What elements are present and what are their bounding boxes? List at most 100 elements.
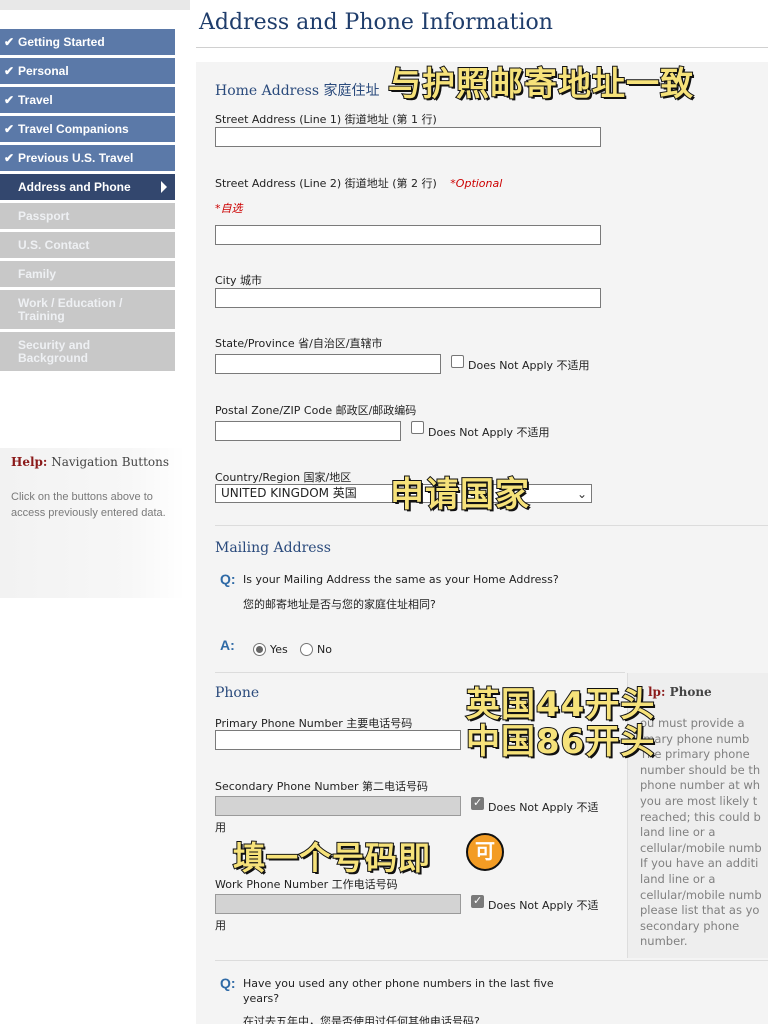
work-does-not-apply-checkbox[interactable] [471,894,484,908]
help-line: land line or a [640,871,716,886]
phone-help-title: lp: Phone [648,685,712,699]
state-input[interactable] [215,354,441,374]
check-icon: ✔ [4,151,15,165]
nav-item-family[interactable]: Family [0,261,175,287]
help-title: Help: Navigation Buttons [11,455,169,469]
help-line: secondary phone [640,918,740,933]
city-label: City 城市 [215,274,263,287]
chevron-down-icon: ⌄ [576,487,587,501]
section-divider [215,525,768,526]
phone-help-text: ou must provide a imary phone numb The p… [640,716,768,950]
help-heading: Navigation Buttons [51,455,170,469]
secondary-does-not-apply-wrap: 用 [215,821,226,834]
help-line: cellular/mobile numb [640,840,762,855]
nav-item-us-contact[interactable]: U.S. Contact [0,232,175,258]
help-line: number should be th [640,762,761,777]
overlay-one-number: 填一个号码即 [232,838,432,878]
optional-tag: *Optional [450,177,503,190]
nav-item-label: Security and Background [18,337,91,365]
state-does-not-apply-label: Does Not Apply 不适用 [468,359,590,372]
nav-item-getting-started[interactable]: ✔ Getting Started [0,29,175,55]
check-icon: ✔ [4,122,15,136]
no-label: No [317,643,332,656]
check-icon: ✔ [4,93,15,107]
help-heading: Phone [669,685,712,699]
page-title: Address and Phone Information [199,10,553,35]
street1-input[interactable] [215,127,601,147]
help-line: number. [640,934,688,949]
navigation-help-box: Help: Navigation Buttons Click on the bu… [0,448,185,598]
street2-label: Street Address (Line 2) 街道地址 (第 2 行) *Op… [215,175,502,191]
state-label: State/Province 省/自治区/直辖市 [215,337,383,350]
help-line: please list that as yo [640,903,760,918]
sidebar: ✔ Getting Started ✔ Personal ✔ Travel ✔ … [0,0,190,1024]
help-line: phone number at wh [640,778,761,793]
work-does-not-apply-label: Does Not Apply 不适 [488,899,599,912]
other-phones-question: Have you used any other phone numbers in… [243,977,554,990]
nav-item-security-and-background[interactable]: Security and Background [0,332,175,371]
section-divider [215,672,625,673]
postal-input[interactable] [215,421,401,441]
title-divider [196,47,768,48]
help-line: you are most likely t [640,793,758,808]
nav-item-previous-us-travel[interactable]: ✔ Previous U.S. Travel [0,145,175,171]
overlay-applying-country: 申请国家 [389,474,530,516]
answer-mark-label: A: [220,637,235,653]
secondary-phone-input[interactable] [215,796,461,816]
mailing-same-yes-radio[interactable] [253,643,266,656]
help-line: The primary phone [640,747,750,762]
home-address-heading: Home Address 家庭住址 [215,83,380,99]
mailing-address-heading: Mailing Address [215,540,331,556]
help-line: If you have an additi [640,856,759,871]
postal-does-not-apply-checkbox[interactable] [411,421,424,434]
help-line: reached; this could b [640,809,761,824]
help-line: imary phone numb [640,731,750,746]
mailing-same-no-radio[interactable] [300,643,313,656]
other-phones-question-cn: 在过去五年中，您是否使用过任何其他电话号码? [243,1015,480,1024]
nav-item-label: Travel [18,93,53,107]
question-mark-label: Q: [220,571,236,587]
help-line: cellular/mobile numb [640,887,762,902]
nav-item-label: Passport [18,209,70,223]
work-does-not-apply-wrap: 用 [215,919,226,932]
nav-item-personal[interactable]: ✔ Personal [0,58,175,84]
nav-item-label: Travel Companions [18,122,129,136]
sidebar-top-strip [0,0,190,10]
overlay-cn-prefix: 中国86开头 [465,721,656,763]
street1-label: Street Address (Line 1) 街道地址 (第 1 行) [215,113,437,126]
nav-item-travel-companions[interactable]: ✔ Travel Companions [0,116,175,142]
nav-item-label: Previous U.S. Travel [18,151,134,165]
nav-item-travel[interactable]: ✔ Travel [0,87,175,113]
nav-item-label: Address and Phone [18,180,131,194]
help-label: Help: [11,455,48,469]
country-select-value: UNITED KINGDOM 英国 [221,486,357,500]
nav-item-passport[interactable]: Passport [0,203,175,229]
work-phone-input[interactable] [215,894,461,914]
nav-item-address-and-phone[interactable]: Address and Phone [0,174,175,200]
nav-item-work-education-training[interactable]: Work / Education / Training [0,290,175,329]
nav-item-label: Work / Education / Training [18,295,123,323]
help-line: ou must provide a [640,716,745,730]
street2-input[interactable] [215,225,601,245]
arrow-right-icon [161,181,167,193]
postal-label: Postal Zone/ZIP Code 邮政区/邮政编码 [215,404,417,417]
phone-heading: Phone [215,685,260,701]
nav-item-label: U.S. Contact [18,238,90,252]
postal-does-not-apply-label: Does Not Apply 不适用 [428,426,550,439]
check-icon: ✔ [4,35,15,49]
yes-label: Yes [270,643,288,656]
primary-phone-input[interactable] [215,730,461,750]
sidebar-nav: ✔ Getting Started ✔ Personal ✔ Travel ✔ … [0,29,175,374]
primary-phone-label: Primary Phone Number 主要电话号码 [215,717,413,730]
check-icon: ✔ [4,64,15,78]
city-input[interactable] [215,288,601,308]
overlay-match-passport: 与护照邮寄地址一致 [387,63,694,104]
help-line: land line or a [640,825,716,840]
secondary-does-not-apply-checkbox[interactable] [471,796,484,810]
nav-item-label: Personal [18,64,69,78]
other-phones-question-line2: years? [243,992,280,1005]
nav-item-label: Family [18,267,57,281]
state-does-not-apply-checkbox[interactable] [451,355,464,368]
country-label: Country/Region 国家/地区 [215,471,352,484]
mailing-question-cn: 您的邮寄地址是否与您的家庭住址相同? [243,598,436,611]
